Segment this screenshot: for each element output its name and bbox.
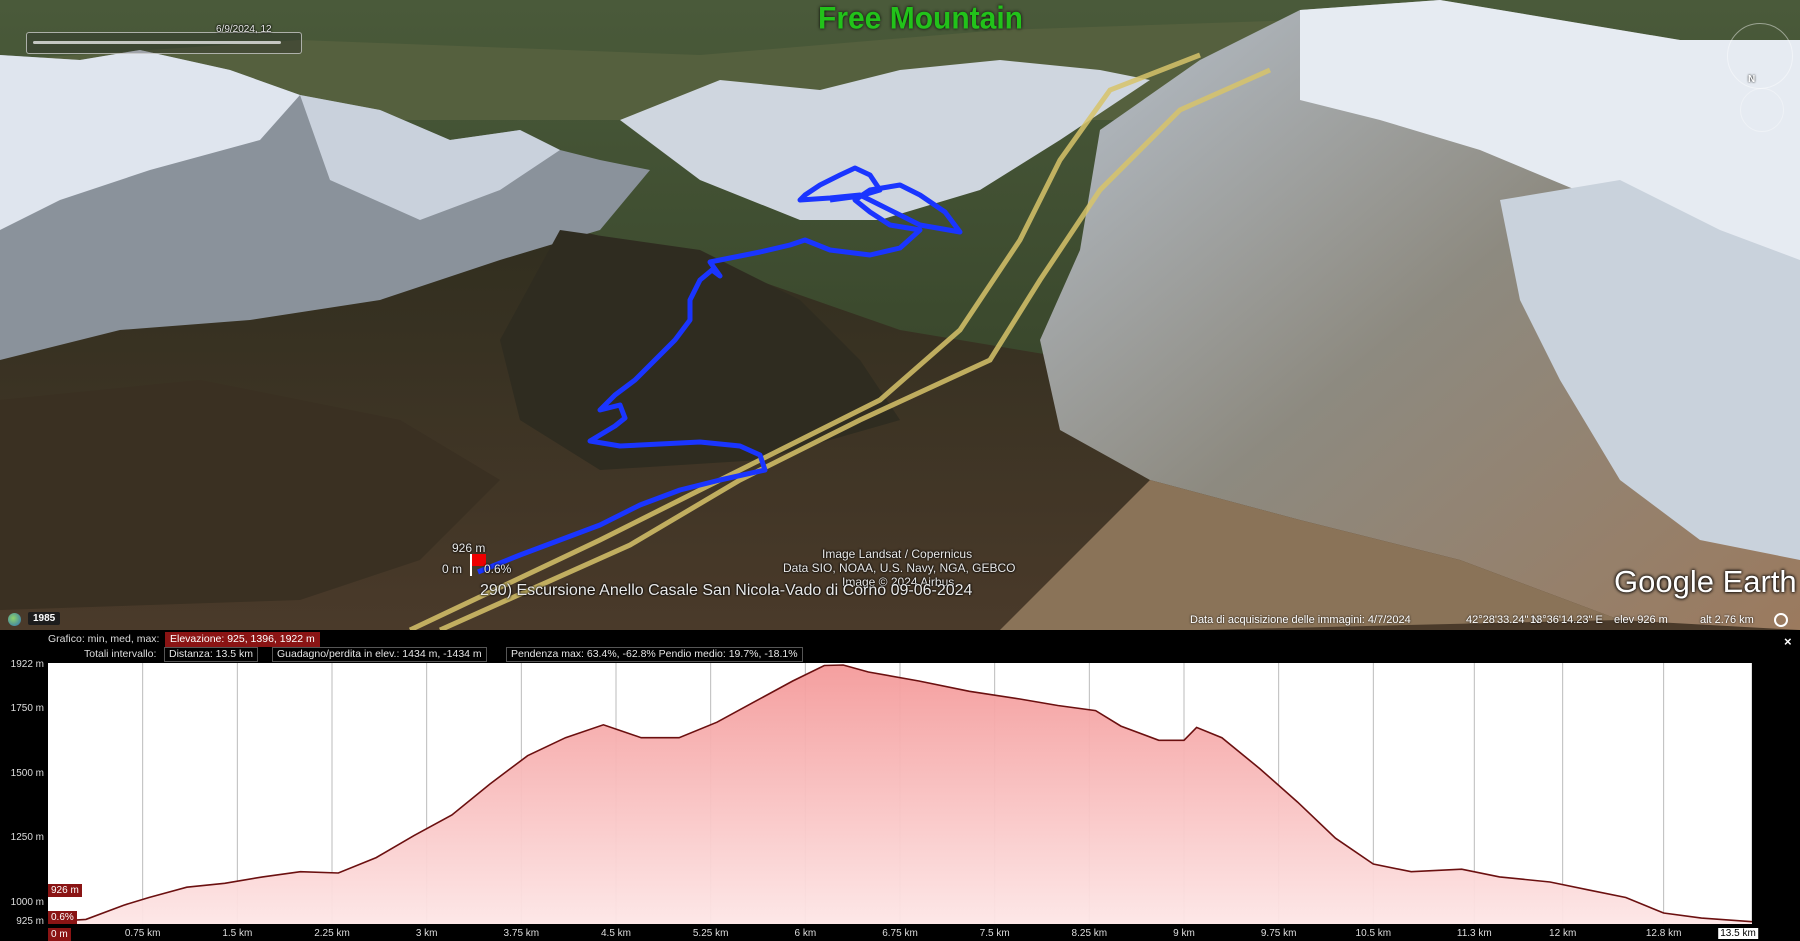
time-slider[interactable] <box>26 32 302 54</box>
x-tick-label-6: 5.25 km <box>692 928 729 939</box>
x-tick-label-17: 13.5 km <box>1718 928 1758 939</box>
y-tick-label-4: 1000 m <box>10 896 44 908</box>
x-tick-label-5: 4.5 km <box>600 928 632 939</box>
y-tick-label-2: 1500 m <box>10 767 44 779</box>
gain-loss-stat[interactable]: Guadagno/perdita in elev.: 1434 m, -1434… <box>272 647 487 662</box>
x-tick-label-13: 10.5 km <box>1355 928 1392 939</box>
status-bar: Data di acquisizione delle immagini: 4/7… <box>1180 614 1800 630</box>
marker-slope: 0.6% <box>484 562 512 576</box>
earth-3d-view[interactable]: 6/9/2024, 12 Free Mountain N 926 m 0 m 0… <box>0 0 1800 630</box>
x-tick-label-0: 0.75 km <box>124 928 161 939</box>
x-tick-label-14: 11.3 km <box>1456 928 1492 939</box>
terrain-imagery[interactable] <box>0 0 1800 630</box>
x-tick-label-9: 7.5 km <box>979 928 1010 939</box>
slope-stat[interactable]: Pendenza max: 63.4%, -62.8% Pendio medio… <box>506 647 803 662</box>
y-tick-label-1: 1750 m <box>10 703 44 715</box>
time-slider-track[interactable] <box>33 41 281 44</box>
x-tick-label-7: 6 km <box>794 928 817 939</box>
y-tick-label-0: 1922 m <box>10 659 44 670</box>
x-tick-label-1: 1.5 km <box>222 928 253 939</box>
x-tick-label-11: 9 km <box>1173 928 1195 939</box>
google-earth-logo: Google Earth <box>1614 564 1797 599</box>
close-profile-button[interactable]: × <box>1784 634 1792 649</box>
longitude: 13°36'14.23" E <box>1530 614 1603 626</box>
watermark-text: Free Mountain <box>818 1 1024 36</box>
cursor-slope-tag: 0.6% <box>48 911 77 924</box>
tilt-control[interactable] <box>1740 88 1784 132</box>
attribution-line-2: Data SIO, NOAA, U.S. Navy, NGA, GEBCO <box>783 561 1016 575</box>
attribution-line-1: Image Landsat / Copernicus <box>822 547 973 561</box>
elevation-readout: elev 926 m <box>1614 614 1668 626</box>
cursor-elevation-tag: 926 m <box>48 884 82 897</box>
x-tick-label-12: 9.75 km <box>1260 928 1297 939</box>
track-title: 290) Escursione Anello Casale San Nicola… <box>480 582 973 599</box>
time-slider-date: 6/9/2024, 12 <box>216 24 272 35</box>
x-tick-label-3: 3 km <box>415 928 438 939</box>
cursor-distance-tag: 0 m <box>48 928 71 941</box>
distance-stat[interactable]: Distanza: 13.5 km <box>164 647 259 662</box>
globe-icon[interactable] <box>8 613 21 626</box>
x-tick-label-4: 3.75 km <box>503 928 540 939</box>
x-tick-label-8: 6.75 km <box>882 928 918 939</box>
elevation-stat[interactable]: Elevazione: 925, 1396, 1922 m <box>165 632 320 647</box>
elevation-chart[interactable] <box>48 663 1752 924</box>
stats-label-graph: Grafico: min, med, max: <box>48 633 160 645</box>
x-tick-label-2: 2.25 km <box>314 928 350 939</box>
marker-elevation: 926 m <box>452 541 486 555</box>
y-tick-label-3: 1250 m <box>10 832 44 844</box>
elevation-profile-panel: Grafico: min, med, max: Elevazione: 925,… <box>0 630 1800 941</box>
compass-north-icon[interactable]: N <box>1748 74 1755 85</box>
stats-label-totals: Totali intervallo: <box>84 648 157 660</box>
marker-distance: 0 m <box>442 562 463 576</box>
elevation-area <box>48 665 1752 924</box>
x-tick-label-10: 8.25 km <box>1071 928 1108 939</box>
x-tick-label-15: 12 km <box>1549 928 1577 939</box>
altitude-readout: alt 2.76 km <box>1700 614 1754 626</box>
loading-ring-icon <box>1774 613 1788 627</box>
y-tick-label-5: 925 m <box>16 916 44 927</box>
x-tick-label-16: 12.8 km <box>1645 928 1682 939</box>
imagery-date: Data di acquisizione delle immagini: 4/7… <box>1190 614 1411 626</box>
historical-imagery-year[interactable]: 1985 <box>28 612 61 625</box>
compass-ring[interactable] <box>1727 23 1793 89</box>
latitude: 42°28'33.24" N <box>1466 614 1540 626</box>
